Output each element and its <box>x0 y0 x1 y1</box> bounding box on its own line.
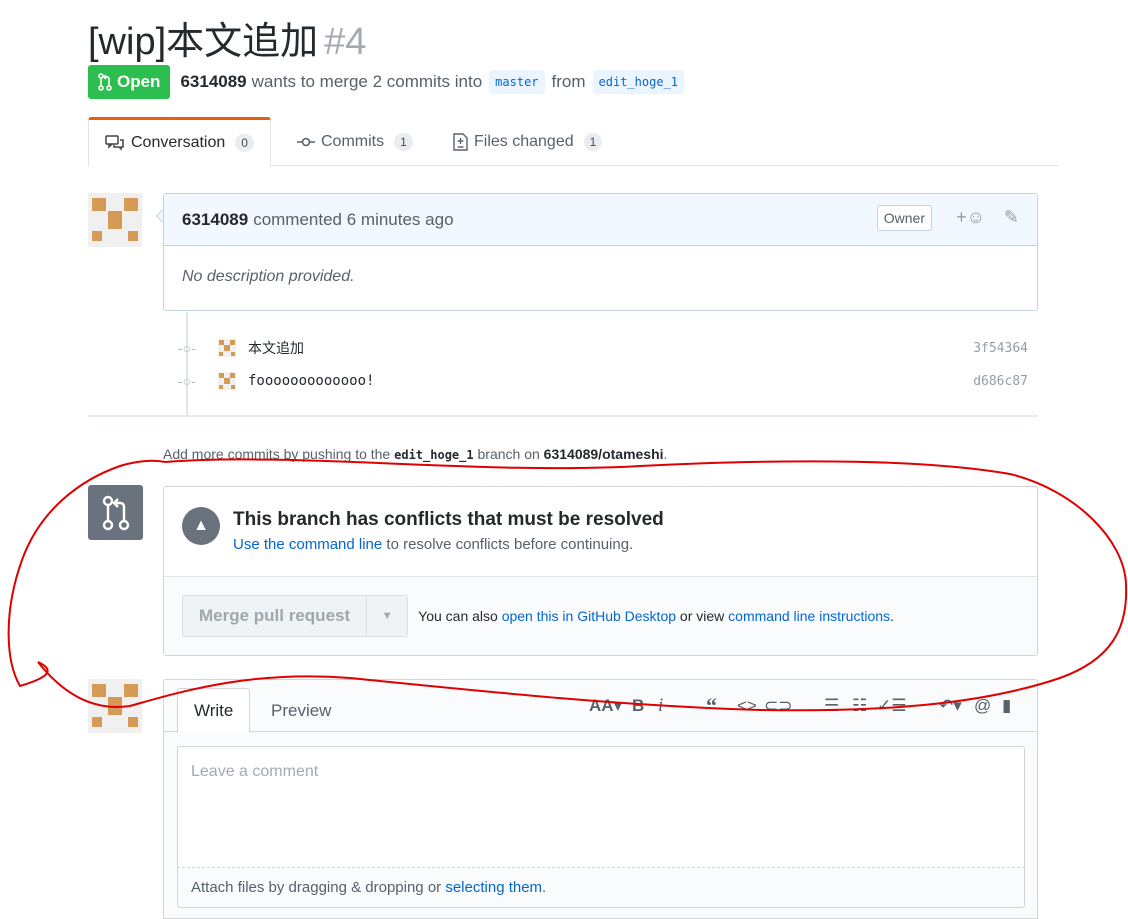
comment-textarea[interactable]: Leave a comment <box>177 746 1025 868</box>
avatar[interactable] <box>218 339 236 357</box>
add-reaction-icon[interactable]: +☺ <box>956 207 985 228</box>
composer-tabbar: Write Preview AA ▾ B i “ <> ⊂⊃ ☰ ☷ ✓☰ ↶▾ … <box>164 680 1037 733</box>
pr-tabs: Conversation 0 Commits 1 Files changed 1 <box>88 117 1059 167</box>
file-diff-icon <box>453 132 468 151</box>
link-icon[interactable]: ⊂⊃ <box>764 694 793 718</box>
conflict-subtext: Use the command line to resolve conflict… <box>233 536 1019 553</box>
github-desktop-link[interactable]: open this in GitHub Desktop <box>502 608 676 624</box>
avatar[interactable] <box>88 193 142 247</box>
pr-meta: Open 6314089 wants to merge 2 commits in… <box>88 65 686 99</box>
alert-icon: ▲ <box>182 507 220 545</box>
unordered-list-icon[interactable]: ☰ <box>824 694 839 718</box>
attach-files-bar[interactable]: Attach files by dragging & dropping or s… <box>177 868 1025 908</box>
merge-summary: 6314089 wants to merge 2 commits into ma… <box>180 70 686 94</box>
head-branch[interactable]: edit_hoge_1 <box>592 70 685 94</box>
ordered-list-icon[interactable]: ☷ <box>852 694 867 718</box>
commit-row: -○- fooooooooooooo! d686c87 <box>178 369 1038 393</box>
merge-conflict-section: ▲ This branch has conflicts that must be… <box>164 487 1037 577</box>
comment-discussion-icon <box>105 135 124 151</box>
owner-badge: Owner <box>876 205 932 231</box>
tab-write[interactable]: Write <box>177 688 251 733</box>
pr-number: #4 <box>324 21 367 63</box>
chevron-down-icon[interactable]: ▼ <box>367 596 407 636</box>
status-badge: Open <box>88 65 171 99</box>
tab-commits[interactable]: Commits 1 <box>297 117 413 166</box>
attach-prefix: Attach files by dragging & dropping or <box>191 879 442 896</box>
addmore-branch: edit_hoge_1 <box>394 448 474 462</box>
quote-icon[interactable]: “ <box>706 693 717 718</box>
tab-conversation-label: Conversation <box>131 134 226 151</box>
commit-row: -○- 本文追加 3f54364 <box>178 336 1038 360</box>
italic-icon[interactable]: i <box>658 694 663 718</box>
add-more-commits-note: Add more commits by pushing to the edit_… <box>163 446 667 462</box>
git-commit-icon: -○- <box>178 373 196 389</box>
author-link[interactable]: 6314089 <box>180 72 246 92</box>
pr-title-text: [wip]本文追加 <box>88 21 319 63</box>
commit-sha[interactable]: d686c87 <box>973 374 1028 389</box>
merge-text: wants to merge 2 commits into <box>251 72 483 91</box>
command-line-instructions-link[interactable]: command line instructions <box>728 608 890 624</box>
pr-title: [wip]本文追加 #4 <box>88 10 366 65</box>
repo-link[interactable]: 6314089/otameshi <box>544 446 664 462</box>
comment-box: 6314089 commented 6 minutes ago Owner +☺… <box>163 193 1038 311</box>
git-commit-icon <box>297 137 315 146</box>
tab-commits-label: Commits <box>321 132 385 150</box>
bookmark-icon[interactable]: ▮ <box>1002 694 1011 718</box>
avatar[interactable] <box>88 679 142 733</box>
merge-alternatives: You can also open this in GitHub Desktop… <box>418 608 894 624</box>
comment-composer: Write Preview AA ▾ B i “ <> ⊂⊃ ☰ ☷ ✓☰ ↶▾ … <box>163 679 1038 919</box>
pull-request-icon <box>98 73 112 91</box>
pencil-icon[interactable]: ✎ <box>1004 207 1019 228</box>
timeline-divider <box>88 415 1038 417</box>
attach-suffix: . <box>542 879 547 896</box>
from-word: from <box>551 72 586 91</box>
conflict-subtext-rest: to resolve conflicts before continuing. <box>386 536 634 553</box>
tab-commits-count: 1 <box>394 132 413 151</box>
merge-button-group: Merge pull request ▼ <box>182 595 409 637</box>
task-list-icon[interactable]: ✓☰ <box>877 694 906 718</box>
pull-request-icon <box>102 495 129 530</box>
text-size-icon[interactable]: AA ▾ <box>589 694 622 718</box>
commit-message[interactable]: 本文追加 <box>248 338 304 358</box>
merge-actions: Merge pull request ▼ You can also open t… <box>164 577 1037 655</box>
also-suffix: . <box>890 608 894 624</box>
tab-files-count: 1 <box>583 132 603 151</box>
merge-box: ▲ This branch has conflicts that must be… <box>163 486 1038 656</box>
mention-icon[interactable]: @ <box>974 694 991 718</box>
also-mid: or view <box>679 608 725 624</box>
tab-files-changed[interactable]: Files changed 1 <box>453 117 603 166</box>
comment-body: No description provided. <box>182 268 355 285</box>
addmore-suffix: . <box>663 446 668 462</box>
addmore-prefix: Add more commits by pushing to the <box>163 446 391 462</box>
comment-timestamp[interactable]: commented 6 minutes ago <box>253 210 453 230</box>
commit-message[interactable]: fooooooooooooo! <box>248 373 374 389</box>
base-branch[interactable]: master <box>489 70 545 94</box>
avatar[interactable] <box>218 372 236 390</box>
tab-preview[interactable]: Preview <box>255 688 347 733</box>
commit-sha[interactable]: 3f54364 <box>973 341 1028 356</box>
tab-files-label: Files changed <box>474 132 574 150</box>
tab-conversation[interactable]: Conversation 0 <box>88 117 271 167</box>
reply-icon[interactable]: ↶▾ <box>939 694 962 718</box>
timeline-line <box>186 312 188 416</box>
comment-author[interactable]: 6314089 <box>182 210 248 230</box>
addmore-middle: branch on <box>477 446 540 462</box>
code-icon[interactable]: <> <box>737 694 757 718</box>
merge-status-icon <box>88 485 143 540</box>
merge-pull-request-button[interactable]: Merge pull request <box>183 596 368 636</box>
bold-icon[interactable]: B <box>632 694 644 718</box>
git-commit-icon: -○- <box>178 340 196 356</box>
status-label: Open <box>117 72 161 91</box>
command-line-link[interactable]: Use the command line <box>233 536 382 553</box>
tab-conversation-count: 0 <box>235 134 254 152</box>
also-prefix: You can also <box>418 608 498 624</box>
select-files-link[interactable]: selecting them <box>445 879 542 896</box>
conflict-heading: This branch has conflicts that must be r… <box>233 509 664 530</box>
